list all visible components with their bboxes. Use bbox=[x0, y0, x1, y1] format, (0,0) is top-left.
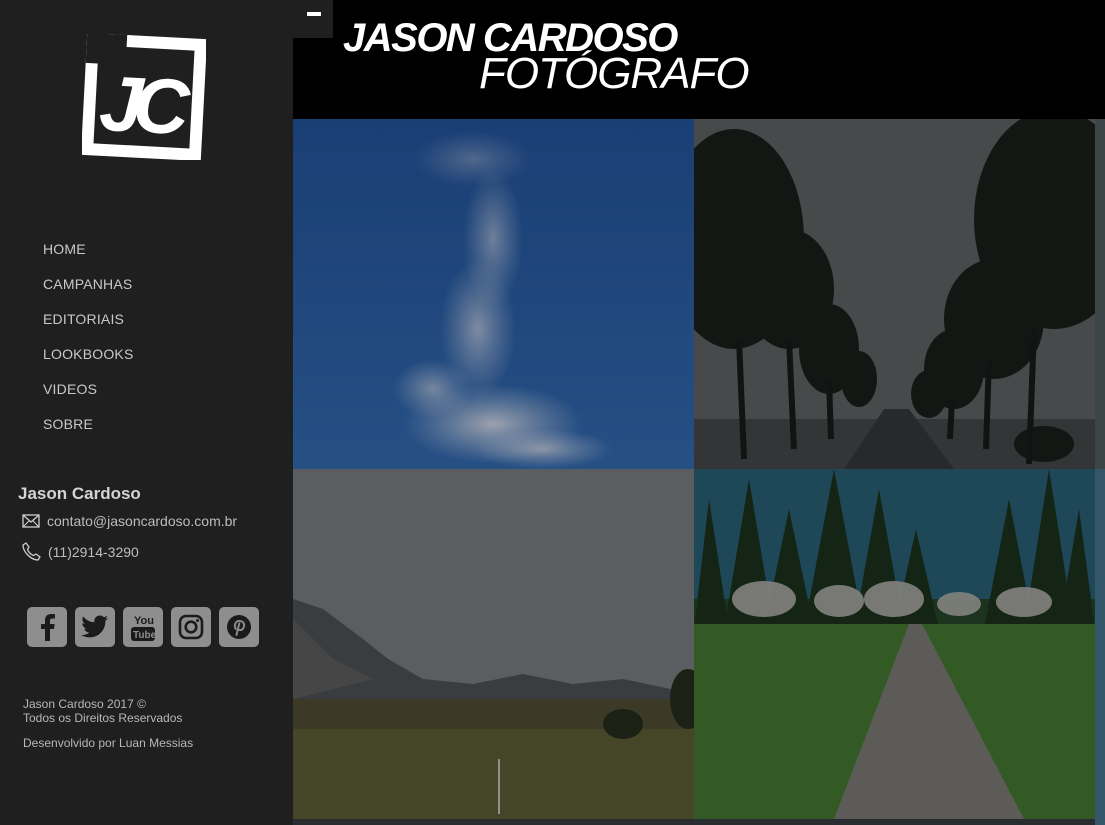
developer-credit[interactable]: Desenvolvido por Luan Messias bbox=[23, 736, 193, 750]
nav-item-lookbooks[interactable]: LOOKBOOKS bbox=[43, 345, 134, 380]
gallery-photo-partial[interactable] bbox=[1095, 469, 1105, 825]
photo-overlay bbox=[694, 469, 1095, 819]
phone-icon bbox=[22, 542, 41, 561]
gallery-row-partial bbox=[293, 819, 1095, 825]
nav-item-sobre[interactable]: SOBRE bbox=[43, 415, 134, 450]
minus-icon bbox=[307, 12, 321, 16]
site-subtitle: FOTÓGRAFO bbox=[479, 49, 750, 98]
contact-phone-row: (11)2914-3290 bbox=[22, 542, 139, 561]
photo-overlay bbox=[293, 469, 694, 819]
photo-overlay bbox=[694, 119, 1095, 469]
sidebar-footer: Jason Cardoso 2017 © Todos os Direitos R… bbox=[23, 697, 193, 750]
contact-name: Jason Cardoso bbox=[18, 484, 141, 503]
contact-phone[interactable]: (11)2914-3290 bbox=[48, 544, 139, 560]
contact-email[interactable]: contato@jasoncardoso.com.br bbox=[47, 513, 237, 529]
svg-text:Tube: Tube bbox=[133, 630, 156, 641]
svg-text:You: You bbox=[134, 615, 154, 627]
gallery-photo-tree-road[interactable] bbox=[694, 119, 1095, 469]
nav-item-editoriais[interactable]: EDITORIAIS bbox=[43, 310, 134, 345]
nav-item-home[interactable]: HOME bbox=[43, 240, 134, 275]
jc-logo-icon[interactable]: JC bbox=[82, 34, 206, 160]
page-header: JASON CARDOSO FOTÓGRAFO bbox=[293, 0, 1105, 119]
main-nav: HOME CAMPANHAS EDITORIAIS LOOKBOOKS VIDE… bbox=[43, 240, 134, 450]
instagram-icon[interactable] bbox=[171, 607, 211, 647]
rights-text: Todos os Direitos Reservados bbox=[23, 711, 183, 725]
gallery-photo-forest-path[interactable] bbox=[694, 469, 1095, 819]
envelope-icon bbox=[22, 514, 40, 528]
pinterest-icon[interactable] bbox=[219, 607, 259, 647]
contact-email-row: contato@jasoncardoso.com.br bbox=[22, 513, 237, 529]
nav-item-videos[interactable]: VIDEOS bbox=[43, 380, 134, 415]
copyright-text: Jason Cardoso 2017 © bbox=[23, 697, 146, 711]
menu-toggle-button[interactable] bbox=[293, 0, 333, 38]
social-links: You Tube bbox=[27, 607, 259, 647]
svg-text:JC: JC bbox=[97, 59, 193, 152]
youtube-icon[interactable]: You Tube bbox=[123, 607, 163, 647]
gallery-photo-mountains[interactable] bbox=[293, 469, 694, 819]
twitter-icon[interactable] bbox=[75, 607, 115, 647]
gallery-photo-clouds[interactable] bbox=[293, 119, 694, 469]
facebook-icon[interactable] bbox=[27, 607, 67, 647]
nav-item-campanhas[interactable]: CAMPANHAS bbox=[43, 275, 134, 310]
photo-overlay bbox=[293, 119, 694, 469]
sidebar: JC HOME CAMPANHAS EDITORIAIS LOOKBOOKS V… bbox=[0, 0, 293, 825]
gallery-photo-partial[interactable] bbox=[1095, 119, 1105, 469]
